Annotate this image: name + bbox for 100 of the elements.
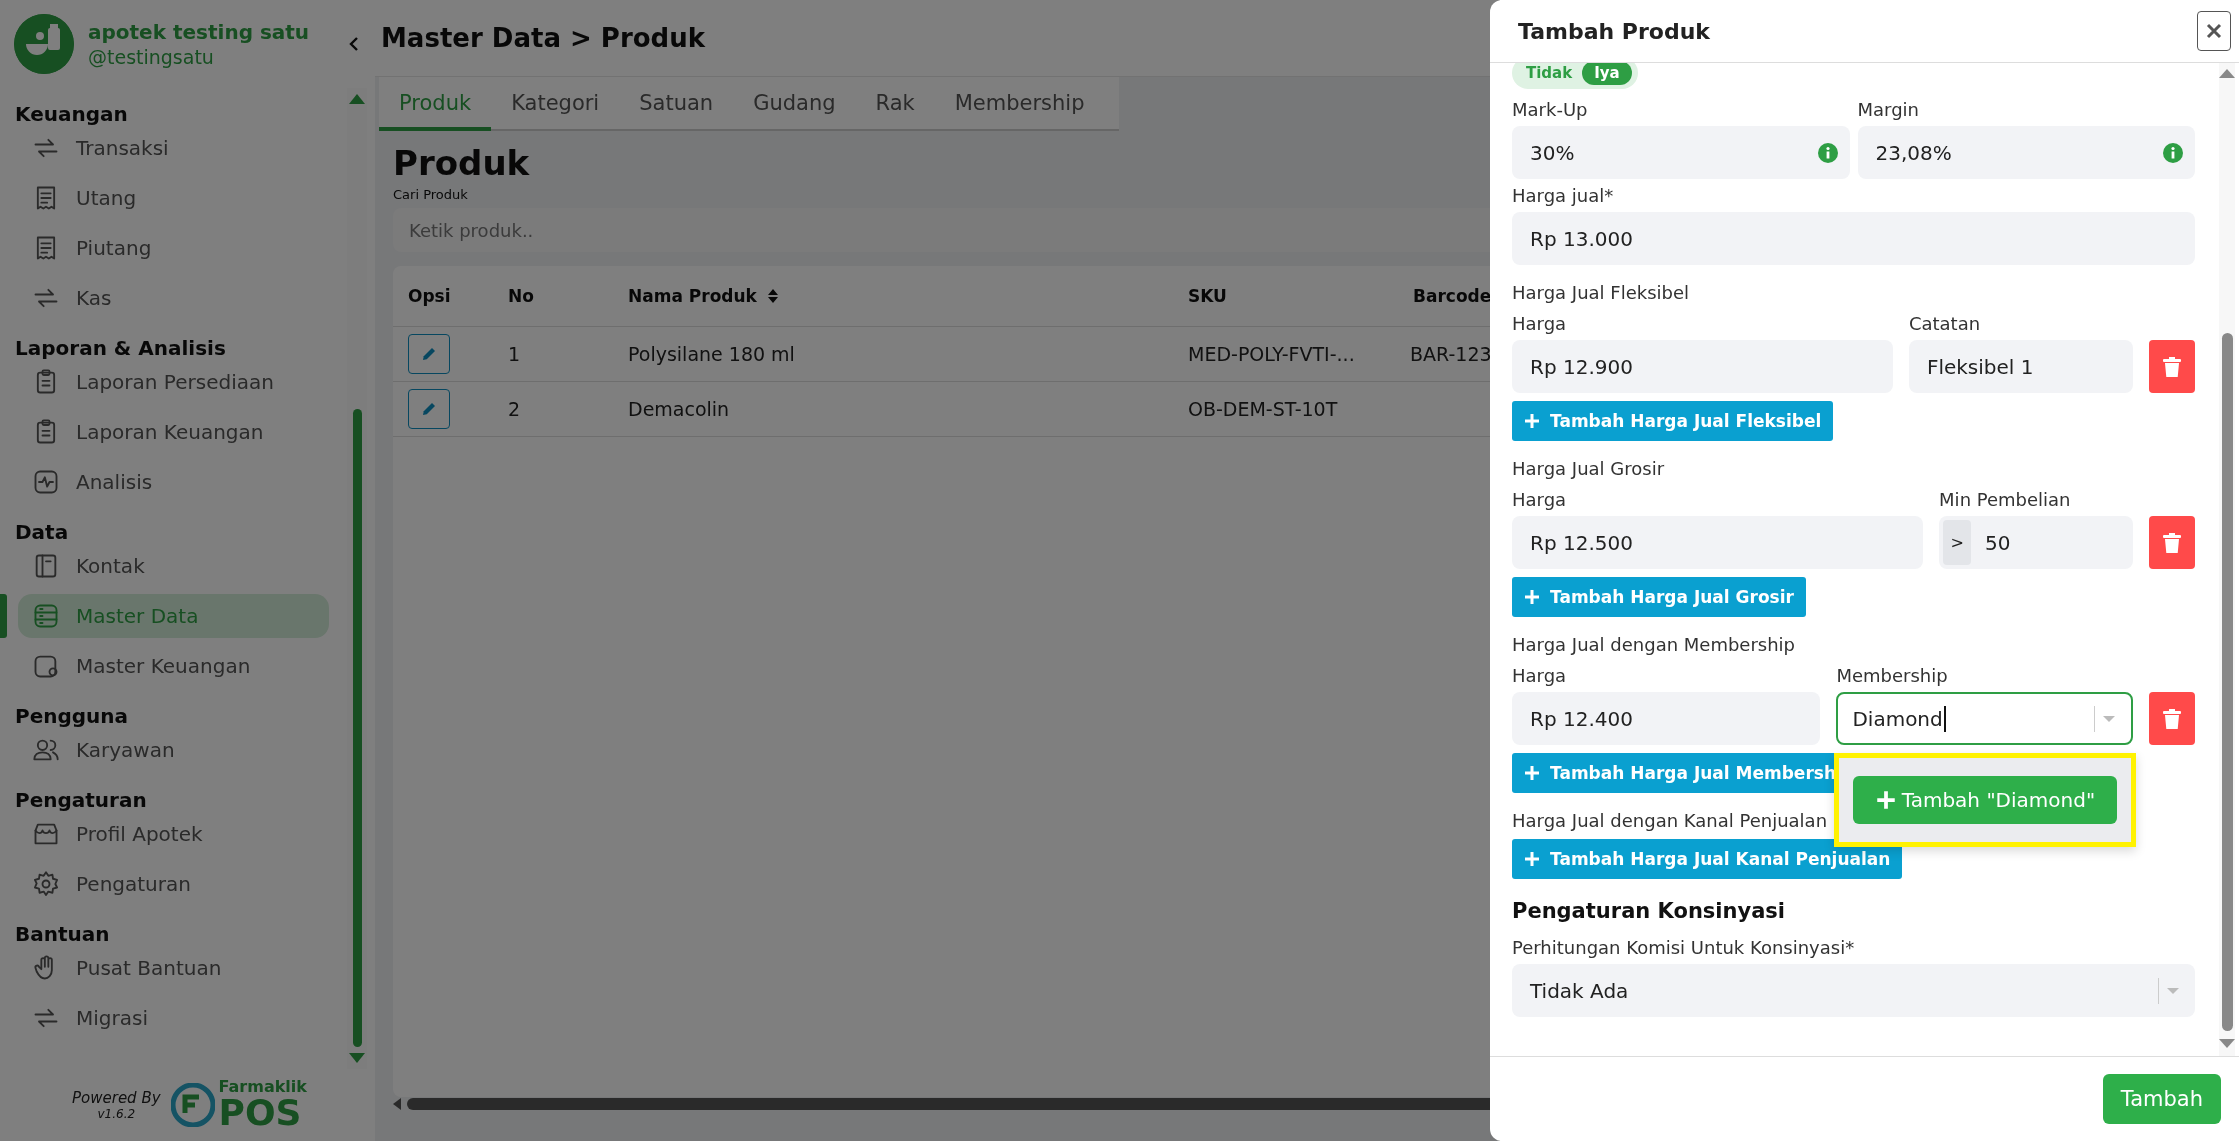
trash-icon: [2163, 532, 2181, 553]
sidebar-item[interactable]: Pusat Bantuan: [18, 946, 329, 990]
store-name: apotek testing satu: [88, 20, 311, 44]
tab[interactable]: Gudang: [733, 77, 856, 131]
section-heading: Laporan & Analisis: [14, 335, 227, 360]
version-text: v1.6.2: [97, 1107, 136, 1121]
edit-button[interactable]: [408, 334, 450, 374]
sidebar-item[interactable]: Analisis: [18, 460, 329, 504]
sidebar-item[interactable]: Utang: [18, 176, 329, 220]
sidebar-item[interactable]: Transaksi: [18, 126, 329, 170]
caret-icon: [2103, 715, 2115, 722]
page-title: Produk: [393, 143, 530, 183]
field-label: Catatan: [1908, 313, 1982, 334]
input-field[interactable]: Rp 12.400: [1512, 692, 1821, 745]
brand-name: Farmaklik: [218, 1079, 307, 1095]
field-label: Membership: [1836, 665, 1949, 686]
submit-button[interactable]: Tambah: [2102, 1074, 2221, 1124]
input-field[interactable]: Rp 12.900: [1512, 340, 1893, 393]
section-label: Harga Jual Fleksibel: [1512, 282, 1691, 303]
store-handle: @testingsatu: [88, 46, 215, 68]
table-cell: 1: [508, 343, 521, 365]
column-header: Opsi: [407, 286, 452, 306]
delete-button[interactable]: [2149, 340, 2195, 393]
sidebar-item[interactable]: Kontak: [18, 544, 329, 588]
delete-button[interactable]: [2149, 516, 2195, 569]
sort-icon: [766, 288, 779, 304]
field-label: Harga: [1512, 489, 1568, 510]
sidebar-item[interactable]: Laporan Keuangan: [18, 410, 329, 454]
sidebar-item[interactable]: Karyawan: [18, 728, 329, 772]
input-field[interactable]: 23,08%: [1857, 126, 2195, 179]
toggle-switch[interactable]: Tidak Iya: [1512, 63, 1638, 89]
section-heading: Bantuan: [14, 921, 111, 946]
settings-icon: [32, 870, 60, 898]
plus-icon: [1524, 413, 1540, 429]
table-cell: 2: [508, 398, 521, 420]
input-field[interactable]: Rp 12.500: [1512, 516, 1924, 569]
collapse-icon[interactable]: [347, 35, 361, 53]
column-header: Barcode: [1412, 286, 1488, 306]
breadcrumb: Master Data > Produk: [381, 23, 705, 53]
add-option-button[interactable]: Tambah "Diamond": [1853, 776, 2118, 824]
input-field[interactable]: Fleksibel 1: [1908, 340, 2133, 393]
sidebar-item[interactable]: Piutang: [18, 226, 329, 270]
table-cell: Demacolin: [628, 398, 730, 420]
add-price-button[interactable]: Tambah Harga Jual Grosir: [1512, 577, 1806, 617]
column-header: No: [507, 286, 535, 306]
close-button[interactable]: [2197, 11, 2231, 51]
sidebar-item[interactable]: Migrasi: [18, 996, 329, 1040]
sidebar-item[interactable]: Master Data: [18, 594, 329, 638]
select-field[interactable]: Tidak Ada: [1512, 964, 2195, 1017]
edit-button[interactable]: [408, 389, 450, 429]
toggle-option[interactable]: Iya: [1582, 63, 1632, 85]
field-label: Perhitungan Komisi Untuk Konsinyasi*: [1512, 937, 1856, 958]
field-label: Harga: [1512, 313, 1568, 334]
field-label: Margin: [1857, 99, 1920, 120]
select-field[interactable]: Diamond: [1836, 692, 2133, 745]
column-header: SKU: [1187, 286, 1228, 306]
table-cell: Polysilane 180 ml: [628, 343, 795, 365]
field-label: Harga: [1512, 665, 1568, 686]
brand-logo-icon: [170, 1083, 215, 1127]
table-cell: MED-POLY-FVTI-...: [1188, 343, 1355, 365]
database-icon: [32, 602, 60, 630]
add-price-button[interactable]: Tambah Harga Jual Fleksibel: [1512, 401, 1834, 441]
pulse-icon: [32, 468, 60, 496]
table-cell: OB-DEM-ST-10T: [1188, 398, 1338, 420]
section-heading: Keuangan: [14, 101, 129, 126]
input-field[interactable]: Rp 13.000: [1512, 212, 2195, 265]
toggle-option[interactable]: Tidak: [1526, 63, 1573, 85]
section-label: Harga Jual dengan Kanal Penjualan: [1512, 810, 1829, 831]
field-label: Harga jual*: [1512, 185, 1615, 206]
section-label: Harga Jual Grosir: [1512, 458, 1666, 479]
tab[interactable]: Rak: [855, 77, 935, 131]
powered-by-text: Powered By: [72, 1089, 161, 1107]
input-field[interactable]: > 50: [1939, 516, 2133, 569]
pharmacy-logo-icon: [14, 14, 74, 74]
tab[interactable]: Produk: [379, 77, 492, 131]
pencil-icon: [420, 345, 438, 363]
field-label: Mark-Up: [1512, 99, 1589, 120]
column-header[interactable]: Nama Produk: [613, 286, 1173, 306]
section-heading: Pengaturan Konsinyasi: [1512, 899, 1787, 923]
search-label: Cari Produk: [393, 187, 468, 202]
delete-button[interactable]: [2149, 692, 2195, 745]
trash-icon: [2163, 356, 2181, 377]
sidebar-item[interactable]: Pengaturan: [18, 862, 329, 906]
plus-icon: [1524, 851, 1540, 867]
tab[interactable]: Membership: [934, 77, 1105, 131]
section-heading: Data: [14, 519, 70, 544]
close-icon: [2206, 23, 2222, 39]
scrollbar[interactable]: [2219, 63, 2235, 1056]
tab[interactable]: Satuan: [619, 77, 734, 131]
trash-icon: [2163, 708, 2181, 729]
tab[interactable]: Kategori: [491, 77, 620, 131]
sidebar-item[interactable]: Kas: [18, 276, 329, 320]
plus-icon: [1875, 790, 1896, 810]
sidebar-item[interactable]: Profil Apotek: [18, 812, 329, 856]
input-field[interactable]: 30%: [1512, 126, 1850, 179]
sidebar-item[interactable]: Master Keuangan: [18, 644, 329, 688]
info-icon: [2163, 142, 2183, 163]
add-price-button[interactable]: Tambah Harga Jual Kanal Penjualan: [1512, 839, 1903, 879]
sidebar-item[interactable]: Laporan Persediaan: [18, 360, 329, 404]
table-cell: BAR-123: [1410, 343, 1492, 365]
